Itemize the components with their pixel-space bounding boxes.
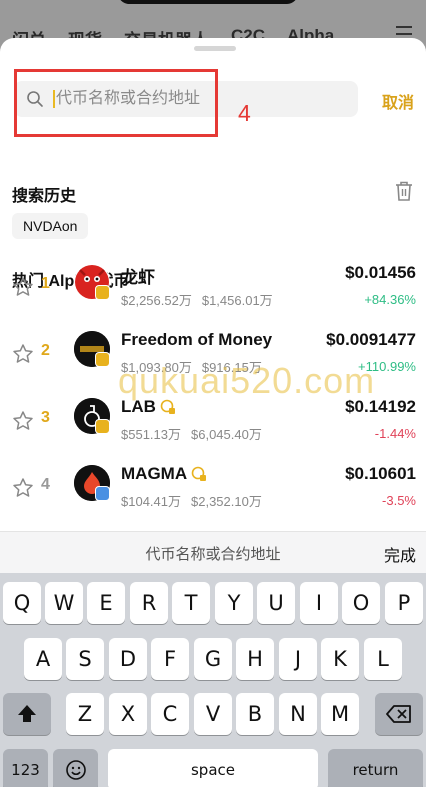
space-key[interactable]: space [108,749,318,787]
chain-badge-icon [95,419,110,434]
done-button[interactable]: 完成 [384,542,416,566]
chain-badge-icon [95,486,110,501]
history-chip[interactable]: NVDAon [12,213,89,239]
rank-number: 3 [41,409,50,426]
market-cap: $551.13万 [121,427,181,442]
trash-icon[interactable] [394,180,414,202]
price-change: -1.44% [374,426,416,441]
key-k[interactable]: K [321,638,359,680]
keyboard-bar-placeholder: 代币名称或合约地址 [145,546,281,563]
watermark-text: qukuai520.com [118,360,376,401]
price-change: -3.5% [382,493,416,508]
token-stats: $104.41万 $2,352.10万 [121,491,272,510]
key-g[interactable]: G [194,638,232,680]
token-row[interactable]: 3 LAB $551.13万 $6,045.40万 $0.14192 -1.44% [0,393,426,459]
token-name: MAGMA [121,464,188,483]
return-key[interactable]: return [328,749,423,787]
rank-number: 2 [41,342,50,359]
key-s[interactable]: S [66,638,104,680]
key-f[interactable]: F [151,638,189,680]
key-h[interactable]: H [236,638,274,680]
star-icon[interactable] [12,343,34,365]
star-icon[interactable] [12,410,34,432]
key-c[interactable]: C [151,693,189,735]
key-e[interactable]: E [87,582,125,624]
shift-arrow-icon [18,705,36,722]
token-stats: $551.13万 $6,045.40万 [121,424,272,443]
search-history-title: 搜索历史 [12,188,77,205]
volume: $1,456.01万 [201,293,273,308]
token-price: $0.01456 [345,263,416,282]
key-z[interactable]: Z [66,693,104,735]
key-a[interactable]: A [24,638,62,680]
key-u[interactable]: U [257,582,295,624]
price-change: +84.36% [364,292,416,307]
token-row[interactable]: 4 MAGMA $104.41万 $2,352.10万 $0.10601 -3.5… [0,460,426,526]
token-name: 龙虾 [121,268,155,287]
cancel-button[interactable]: 取消 [382,89,414,113]
key-v[interactable]: V [194,693,232,735]
star-icon[interactable] [12,477,34,499]
token-row[interactable]: 1 龙虾 $2,256.52万 $1,456.01万 $0.01456 +84.3… [0,259,426,325]
token-price: $0.0091477 [326,330,416,349]
emoji-key[interactable] [53,749,98,787]
keyboard-accessory-bar: 代币名称或合约地址 完成 [0,531,426,573]
token-price: $0.10601 [345,464,416,483]
star-icon[interactable] [12,276,34,298]
chain-badge-icon [95,285,110,300]
key-i[interactable]: I [300,582,338,624]
key-o[interactable]: O [342,582,380,624]
numbers-key[interactable]: 123 [3,749,48,787]
token-stats: $2,256.52万 $1,456.01万 [121,290,283,309]
annotation-number: 4 [238,100,251,126]
key-r[interactable]: R [130,582,168,624]
key-t[interactable]: T [172,582,210,624]
market-cap: $104.41万 [121,494,181,509]
volume: $2,352.10万 [191,494,262,509]
key-n[interactable]: N [279,693,317,735]
key-q[interactable]: Q [3,582,41,624]
rank-number: 1 [41,275,50,292]
alpha-badge-icon [191,466,207,481]
annotation-box [14,69,218,137]
key-l[interactable]: L [364,638,402,680]
key-j[interactable]: J [279,638,317,680]
key-d[interactable]: D [109,638,147,680]
shift-key[interactable] [3,693,51,735]
backspace-icon [386,705,411,723]
key-b[interactable]: B [236,693,274,735]
market-cap: $2,256.52万 [121,293,192,308]
rank-number: 4 [41,476,50,493]
key-m[interactable]: M [321,693,359,735]
key-y[interactable]: Y [215,582,253,624]
token-name: Freedom of Money [121,330,273,349]
dynamic-island [118,0,298,4]
sheet-handle[interactable] [194,46,236,51]
emoji-icon [65,760,86,780]
key-w[interactable]: W [45,582,83,624]
backspace-key[interactable] [375,693,423,735]
key-x[interactable]: X [109,693,147,735]
key-p[interactable]: P [385,582,423,624]
on-screen-keyboard: Q W E R T Y U I O P A S D F G H J K L Z … [0,573,426,787]
chain-badge-icon [95,352,110,367]
volume: $6,045.40万 [191,427,262,442]
